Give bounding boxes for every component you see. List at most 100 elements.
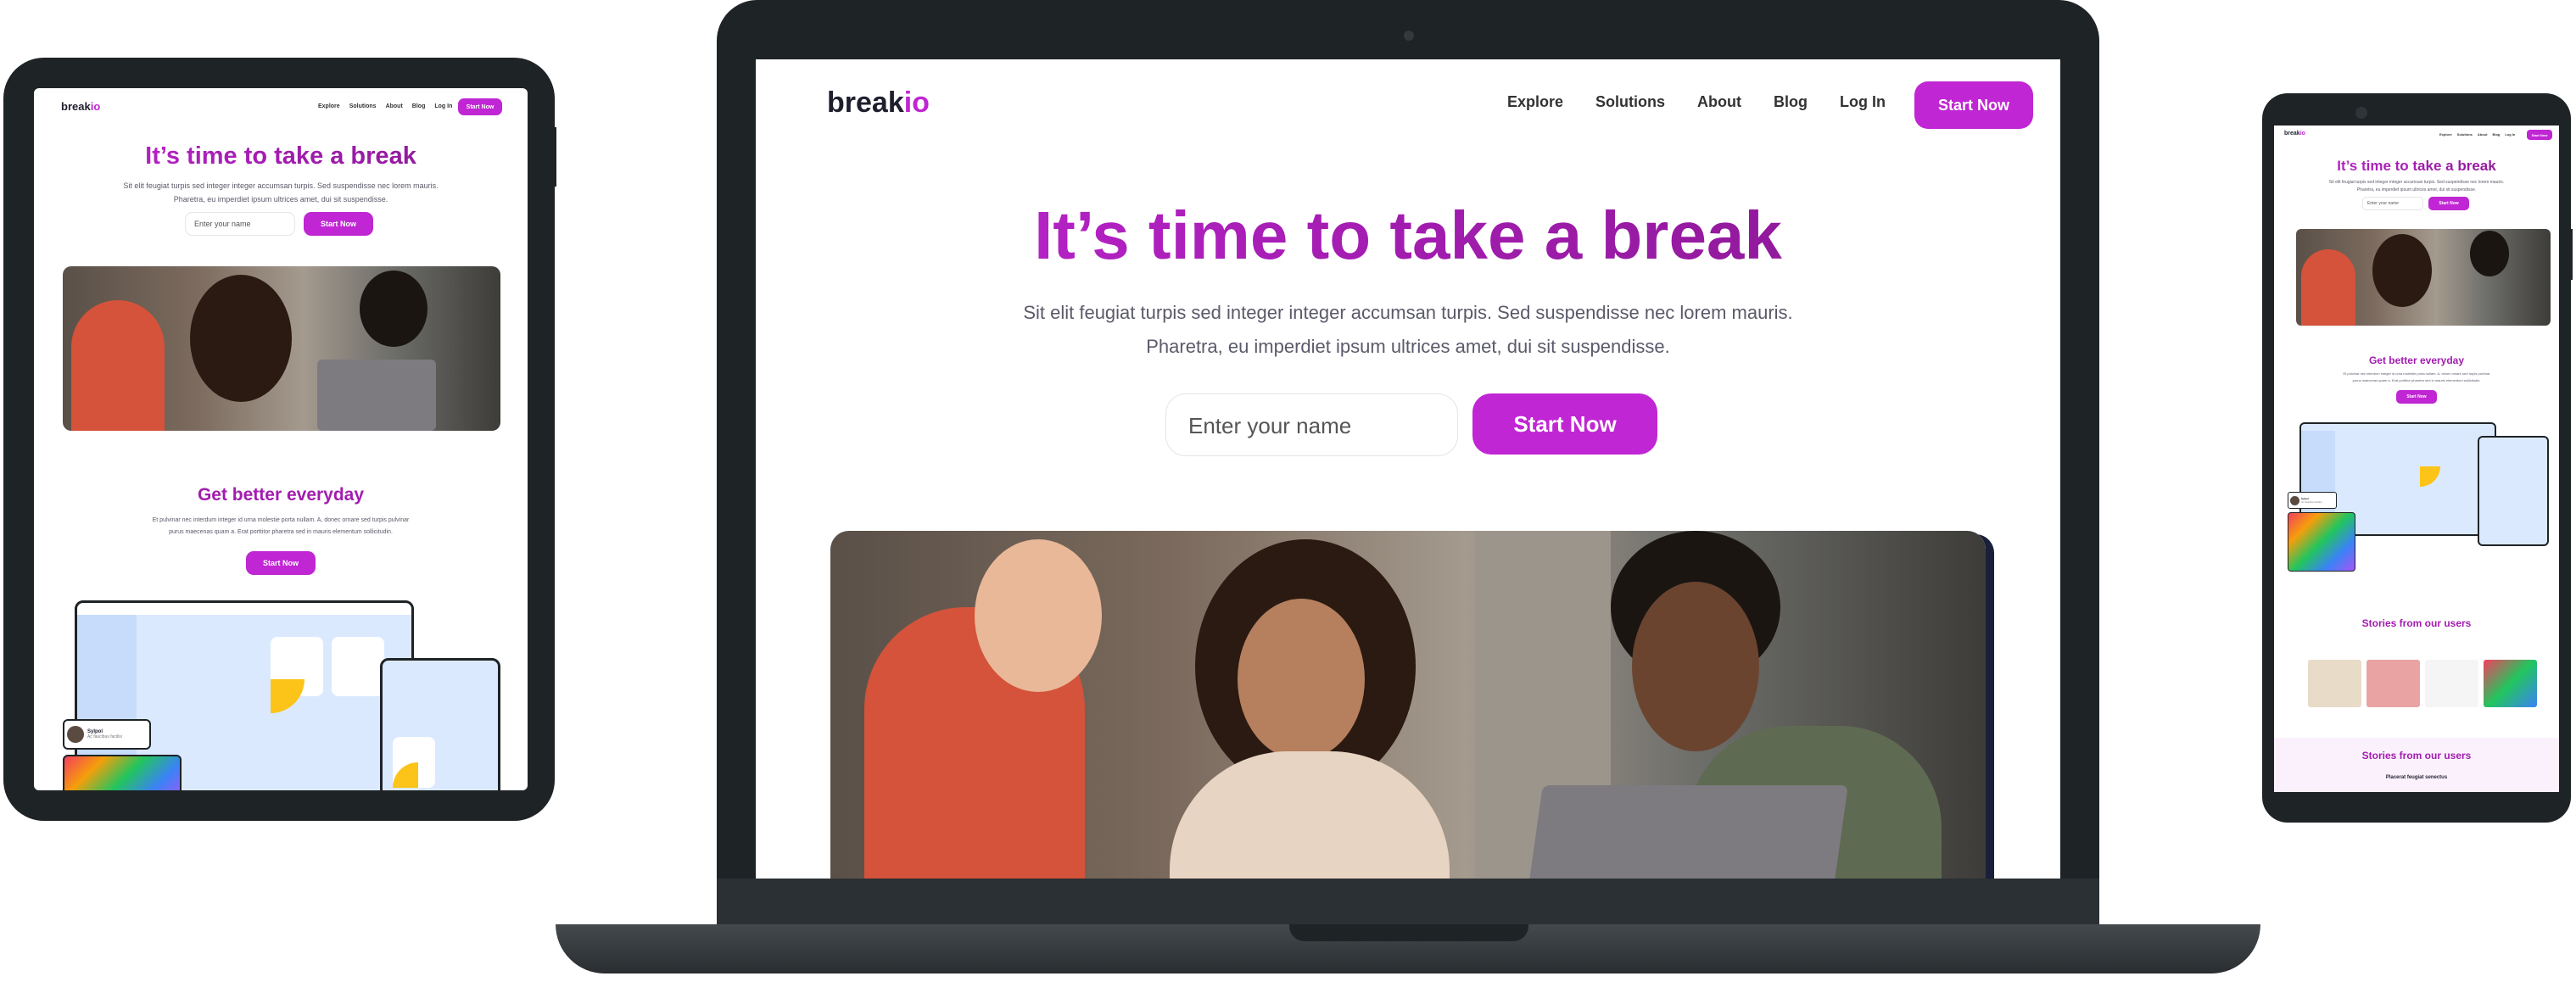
phone-photo-person-right [2470,231,2509,276]
phone-rainbow-portrait [2288,512,2355,572]
phone-nav-login[interactable]: Log In [2505,132,2515,137]
camera-dot [1404,31,1414,41]
logo-main: break [827,86,904,119]
phone-name-input-placeholder: Enter your name [2367,201,2399,206]
phone-nav-explore[interactable]: Explore [2439,132,2452,137]
phone-nav-start-now-button[interactable]: Start Now [2527,130,2552,140]
tablet-nav-start-now-button[interactable]: Start Now [458,98,502,115]
hero-title: It’s time to take a break [756,197,2060,275]
phone-camera [2355,107,2367,119]
photo-person-middle-face [1238,599,1365,760]
laptop-notch [1289,924,1528,941]
phone-stories-row [2308,660,2537,707]
tablet-phone-illustration [380,658,500,790]
phone-hero-photo [2296,229,2551,326]
nav-login[interactable]: Log In [1840,93,1886,111]
phone-better-start-now-button[interactable]: Start Now [2396,390,2437,404]
tablet-rainbow-portrait [63,755,182,790]
laptop-hinge [717,879,2099,924]
nav-start-now-button[interactable]: Start Now [1914,81,2033,129]
phone-hero-title: It’s time to take a break [2274,158,2559,175]
phone-logo-accent: io [2299,131,2305,137]
tablet-hero-description-1: Sit elit feugiat turpis sed integer inte… [123,181,439,190]
phone-mini-phone-illustration [2478,436,2549,546]
phone-profile-card: Sylpol Ac faucibus facilisi [2288,492,2337,509]
laptop-device: breakio Explore Solutions About Blog Log… [717,0,2099,933]
tablet-better-start-now-button[interactable]: Start Now [246,551,316,575]
tablet-photo-person-middle [190,275,292,402]
phone-brand-logo[interactable]: breakio [2284,131,2305,137]
tablet-nav-explore[interactable]: Explore [318,103,340,109]
tablet-screen: breakio Explore Solutions About Blog Log… [34,88,528,790]
tablet-hero-title: It’s time to take a break [34,142,528,170]
tablet-name-input-placeholder: Enter your name [194,220,251,228]
phone-hero-description-2: Pharetra, eu imperdiet ipsum ultrices am… [2356,187,2477,192]
phone-photo-person-left [2301,249,2355,326]
tablet-profile-card: Sylpol Ac faucibus facilisi [63,719,151,750]
laptop-screen: breakio Explore Solutions About Blog Log… [756,59,2060,879]
nav-solutions[interactable]: Solutions [1595,93,1665,111]
tablet-hero-description-2: Pharetra, eu imperdiet ipsum ultrices am… [173,195,388,204]
phone-profile-subtitle: Ac faucibus facilisi [2301,500,2322,504]
tablet-nav-login[interactable]: Log In [434,103,452,109]
illustration-card-2 [332,637,384,696]
name-input-placeholder: Enter your name [1188,413,1352,438]
top-nav: Explore Solutions About Blog Log In [1507,93,1886,111]
hero-description-1: Sit elit feugiat turpis sed integer inte… [1023,302,1793,323]
phone-logo-main: break [2284,131,2300,137]
phone-better-description-1: Et pulvinar nec interdum integer id urna… [2343,371,2490,376]
phone-stories-footer-title: Stories from our users [2361,750,2472,761]
tablet-logo-accent: io [90,100,101,113]
profile-subtitle: Ac faucibus facilisi [87,734,122,739]
photo-person-middle-body [1170,751,1450,879]
tablet-photo-person-right [360,271,427,347]
story-thumbnail[interactable] [2425,660,2478,707]
tablet-hero-start-now-button[interactable]: Start Now [304,212,373,236]
nav-blog[interactable]: Blog [1774,93,1808,111]
phone-nav-about[interactable]: About [2478,132,2488,137]
hero-photo [830,531,1986,879]
phone-better-description-2: purus maecenas quam a. Erat porttitor ph… [2352,378,2481,382]
brand-logo[interactable]: breakio [827,86,930,120]
tablet-name-input[interactable]: Enter your name [185,212,295,236]
phone-nav-blog[interactable]: Blog [2492,132,2500,137]
nav-explore[interactable]: Explore [1507,93,1563,111]
phone-device: breakio Explore Solutions About Blog Log… [2262,93,2571,823]
avatar [67,726,84,743]
phone-hero-start-now-button[interactable]: Start Now [2428,197,2469,210]
phone-profile-avatar [2290,495,2299,505]
photo-person-left-head [975,539,1102,692]
phone-screen: breakio Explore Solutions About Blog Log… [2274,126,2559,792]
story-thumbnail[interactable] [2484,660,2537,707]
story-thumbnail[interactable] [2366,660,2420,707]
phone-photo-person-middle [2372,234,2432,307]
phone-hero-description-1: Sit elit feugiat turpis sed integer inte… [2328,180,2505,185]
tablet-brand-logo[interactable]: breakio [61,100,100,113]
tablet-nav-blog[interactable]: Blog [412,103,426,109]
phone-side-button [2569,229,2573,280]
tablet-logo-main: break [61,100,91,113]
hero-description-2: Pharetra, eu imperdiet ipsum ultrices am… [1146,336,1670,357]
tablet-better-description-2: purus maecenas quam a. Erat porttitor ph… [169,529,393,535]
phone-top-nav: Explore Solutions About Blog Log In [2439,132,2515,137]
phone-stories-title: Stories from our users [2361,617,2472,629]
phone-illustration-yellow [2420,466,2440,487]
name-input[interactable]: Enter your name [1165,393,1458,456]
phone-stories-footer-subtitle: Placerat feugiat senectus [2385,775,2448,780]
tablet-better-title: Get better everyday [197,485,365,505]
phone-better-title: Get better everyday [2368,354,2465,366]
tablet-side-button [553,127,556,187]
photo-laptop [1526,785,1848,879]
tablet-nav-solutions[interactable]: Solutions [349,103,377,109]
hero-start-now-button[interactable]: Start Now [1472,393,1657,455]
tablet-photo-person-left [71,300,165,431]
tablet-hero-photo [63,266,500,431]
nav-about[interactable]: About [1697,93,1741,111]
story-thumbnail[interactable] [2308,660,2361,707]
phone-stories-footer: Stories from our users Placerat feugiat … [2274,738,2559,792]
phone-name-input[interactable]: Enter your name [2362,197,2423,210]
phone-nav-solutions[interactable]: Solutions [2457,132,2473,137]
tablet-nav-about[interactable]: About [386,103,403,109]
logo-accent: io [903,86,930,119]
tablet-photo-laptop [317,360,436,431]
